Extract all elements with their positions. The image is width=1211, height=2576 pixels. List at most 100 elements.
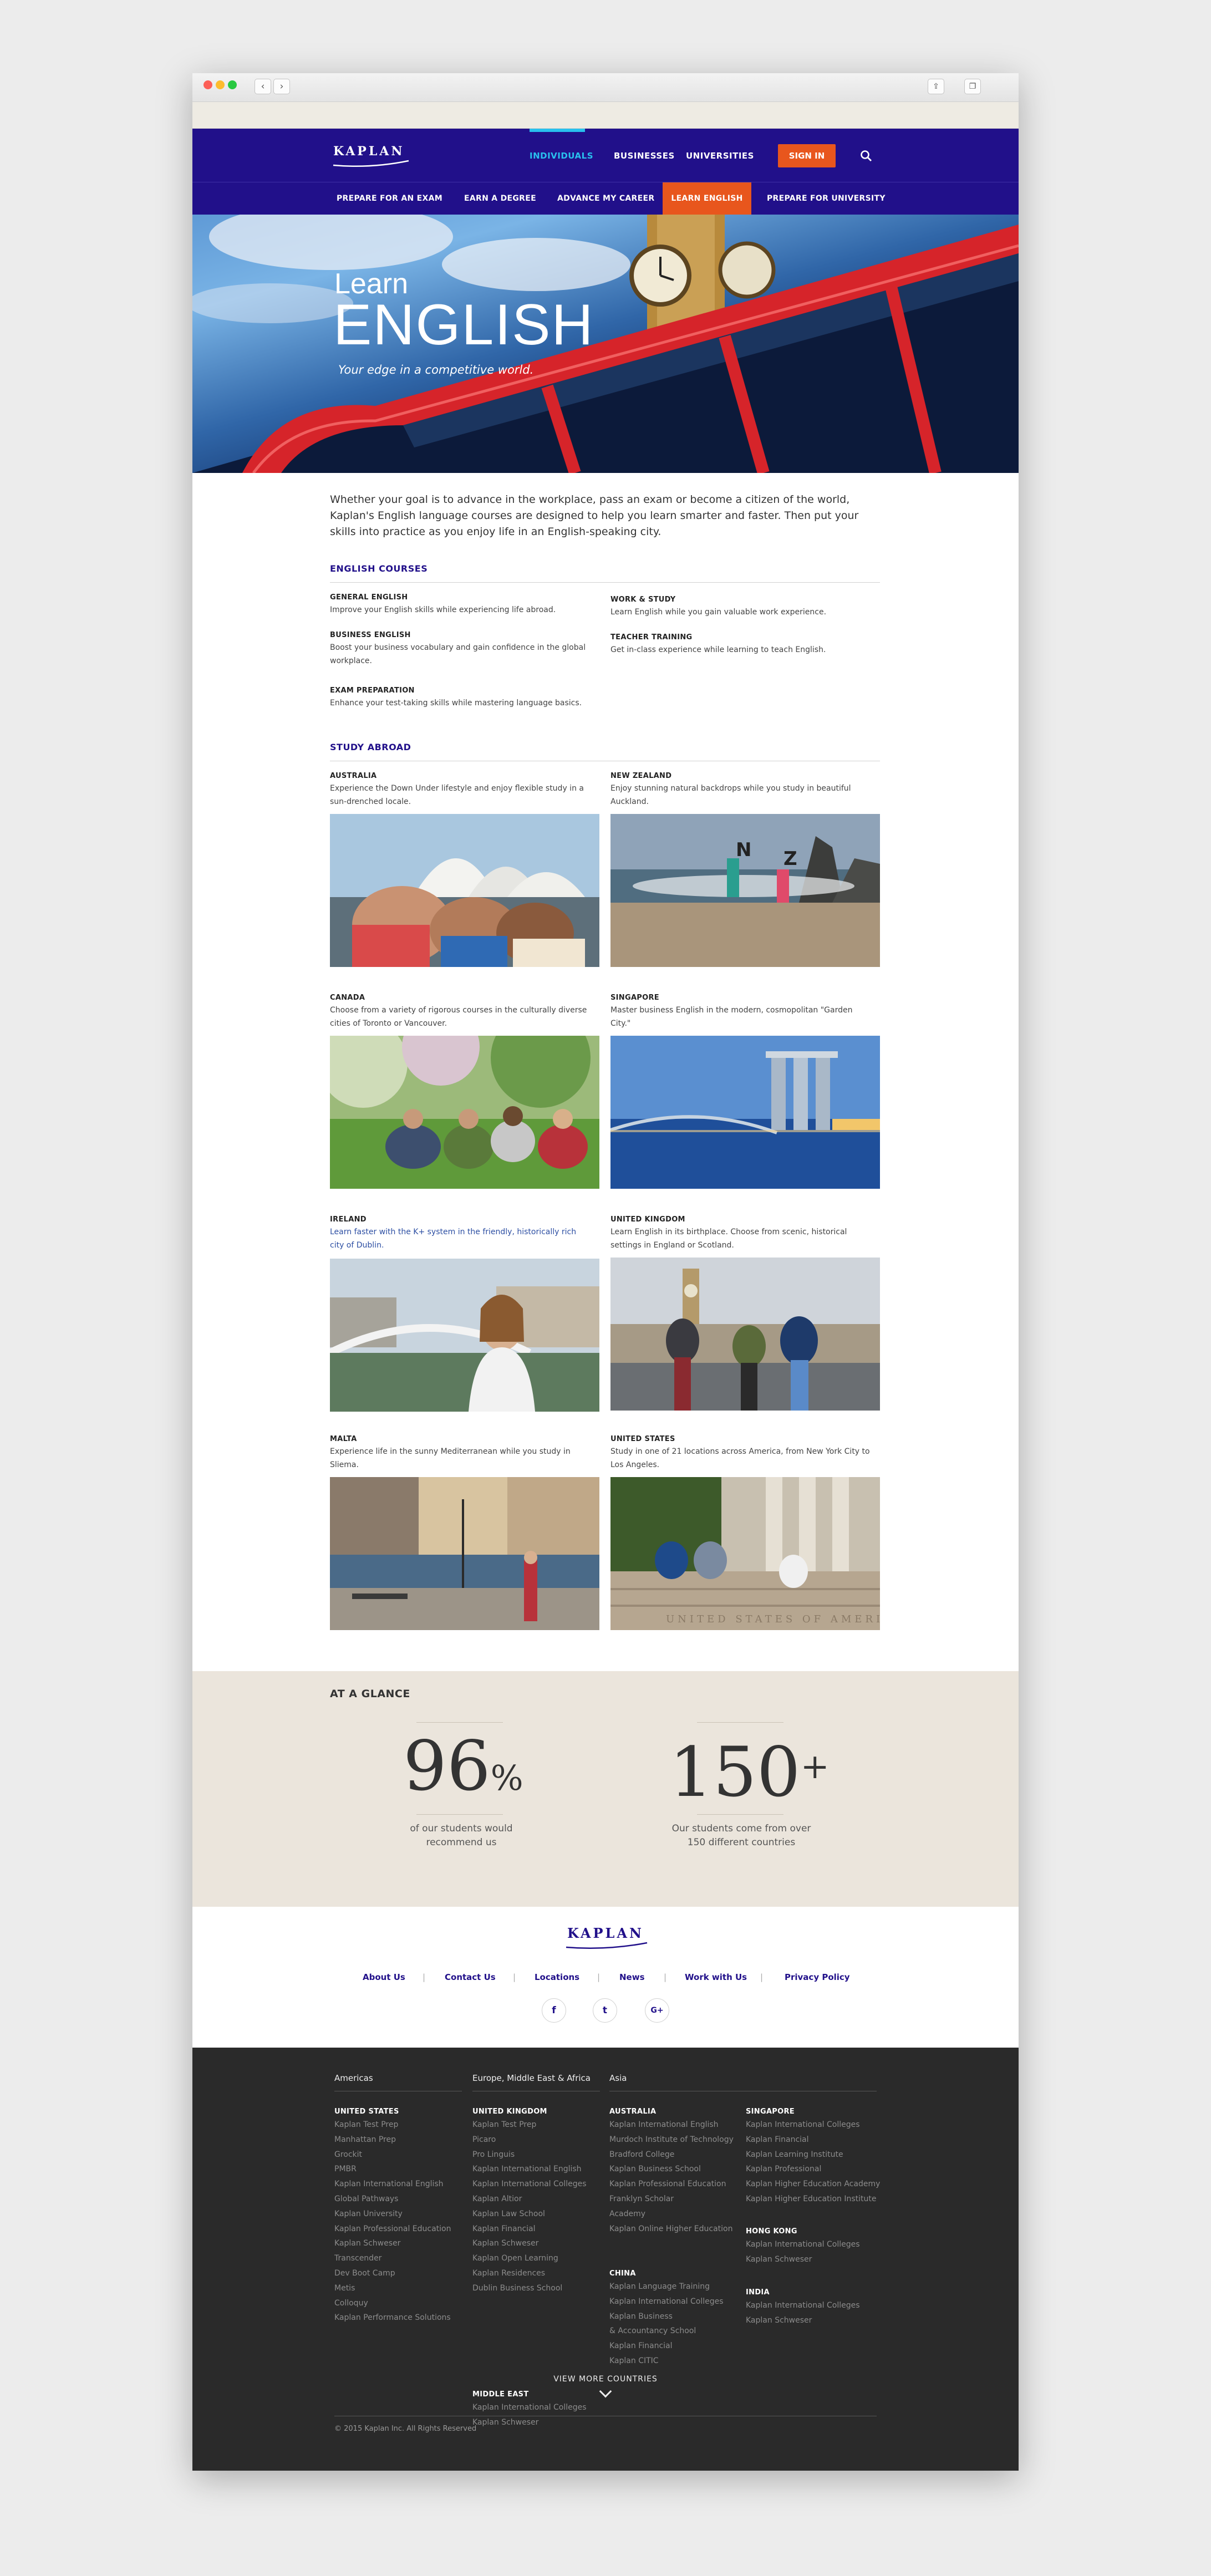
list-item[interactable]: Colloquy bbox=[334, 2296, 451, 2311]
list-item[interactable]: Manhattan Prep bbox=[334, 2132, 451, 2147]
kaplan-logo[interactable]: KAPLAN bbox=[333, 144, 405, 159]
ireland-photo[interactable] bbox=[330, 1259, 599, 1412]
list-item[interactable]: Academy bbox=[609, 2207, 734, 2222]
list-item[interactable]: Kaplan International Colleges bbox=[746, 2117, 880, 2132]
nav-universities[interactable]: UNIVERSITIES bbox=[686, 151, 754, 161]
list-item[interactable]: Kaplan International English bbox=[472, 2162, 587, 2177]
study-australia-title[interactable]: AUSTRALIA bbox=[330, 772, 376, 780]
list-item[interactable]: Dev Boot Camp bbox=[334, 2266, 451, 2281]
google-plus-icon[interactable]: G+ bbox=[645, 1998, 669, 2023]
course-general-english-title[interactable]: GENERAL ENGLISH bbox=[330, 593, 408, 602]
study-united-states-title[interactable]: UNITED STATES bbox=[610, 1435, 675, 1443]
list-item[interactable]: Kaplan International Colleges bbox=[609, 2294, 724, 2309]
list-item[interactable]: Kaplan Schweser bbox=[334, 2236, 451, 2251]
study-new-zealand-title[interactable]: NEW ZEALAND bbox=[610, 772, 671, 780]
zoom-window-icon[interactable] bbox=[228, 80, 237, 89]
subnav-prepare-university[interactable]: PREPARE FOR UNIVERSITY bbox=[767, 182, 886, 215]
list-item[interactable]: Kaplan International Colleges bbox=[746, 2237, 860, 2252]
singapore-photo[interactable] bbox=[610, 1036, 880, 1189]
united-states-photo[interactable]: UNITED STATES OF AMERICA bbox=[610, 1477, 880, 1630]
list-item[interactable]: Bradford College bbox=[609, 2147, 734, 2162]
list-item[interactable]: Kaplan Professional bbox=[746, 2162, 880, 2177]
nav-businesses[interactable]: BUSINESSES bbox=[614, 151, 675, 161]
nav-individuals[interactable]: INDIVIDUALS bbox=[530, 151, 593, 161]
course-business-english-title[interactable]: BUSINESS ENGLISH bbox=[330, 631, 411, 639]
list-item[interactable]: Kaplan Test Prep bbox=[334, 2117, 451, 2132]
list-item[interactable]: Grockit bbox=[334, 2147, 451, 2162]
share-icon[interactable]: ⇪ bbox=[928, 79, 944, 94]
tabs-icon[interactable]: ❐ bbox=[964, 79, 981, 94]
list-item[interactable]: Kaplan Financial bbox=[746, 2132, 880, 2147]
list-item[interactable]: Kaplan Schweser bbox=[472, 2415, 587, 2430]
list-item[interactable]: Kaplan Language Training bbox=[609, 2279, 724, 2294]
united-kingdom-photo[interactable] bbox=[610, 1258, 880, 1411]
study-ireland-title[interactable]: IRELAND bbox=[330, 1215, 367, 1224]
footer-link-privacy[interactable]: Privacy Policy bbox=[785, 1972, 850, 1982]
list-item[interactable]: Pro Linguis bbox=[472, 2147, 587, 2162]
subnav-learn-english[interactable]: LEARN ENGLISH bbox=[663, 182, 751, 215]
study-canada-title[interactable]: CANADA bbox=[330, 994, 365, 1002]
footer-link-about[interactable]: About Us bbox=[363, 1972, 405, 1982]
list-item[interactable]: Murdoch Institute of Technology bbox=[609, 2132, 734, 2147]
canada-photo[interactable] bbox=[330, 1036, 599, 1189]
list-item[interactable]: Franklyn Scholar bbox=[609, 2192, 734, 2207]
footer-link-work[interactable]: Work with Us bbox=[685, 1972, 747, 1982]
list-item[interactable]: Kaplan International Colleges bbox=[746, 2298, 860, 2313]
list-item[interactable]: Kaplan University bbox=[334, 2207, 451, 2222]
footer-kaplan-logo[interactable]: KAPLAN bbox=[567, 1925, 644, 1941]
list-item[interactable]: Kaplan International English bbox=[609, 2117, 734, 2132]
facebook-icon[interactable]: f bbox=[542, 1998, 566, 2023]
list-item[interactable]: Dublin Business School bbox=[472, 2281, 587, 2296]
list-item[interactable]: Metis bbox=[334, 2281, 451, 2296]
list-item[interactable]: PMBR bbox=[334, 2162, 451, 2177]
forward-arrow-icon[interactable]: › bbox=[273, 79, 290, 94]
list-item[interactable]: Kaplan Business bbox=[609, 2309, 724, 2324]
study-singapore-title[interactable]: SINGAPORE bbox=[610, 994, 659, 1002]
footer-link-news[interactable]: News bbox=[619, 1972, 645, 1982]
sign-in-button[interactable]: SIGN IN bbox=[778, 144, 836, 167]
footer-link-locations[interactable]: Locations bbox=[535, 1972, 579, 1982]
list-item[interactable]: Global Pathways bbox=[334, 2192, 451, 2207]
list-item[interactable]: Kaplan Professional Education bbox=[334, 2222, 451, 2237]
chevron-down-icon[interactable] bbox=[599, 2385, 612, 2398]
twitter-icon[interactable]: t bbox=[593, 1998, 617, 2023]
list-item[interactable]: Kaplan Schweser bbox=[746, 2313, 860, 2328]
list-item[interactable]: Kaplan Financial bbox=[472, 2222, 587, 2237]
course-exam-preparation-title[interactable]: EXAM PREPARATION bbox=[330, 686, 415, 695]
list-item[interactable]: Kaplan Online Higher Education bbox=[609, 2222, 734, 2237]
list-item[interactable]: Kaplan CITIC bbox=[609, 2354, 724, 2369]
list-item[interactable]: Picaro bbox=[472, 2132, 587, 2147]
list-item[interactable]: Kaplan Residences bbox=[472, 2266, 587, 2281]
list-item[interactable]: Kaplan Law School bbox=[472, 2207, 587, 2222]
list-item[interactable]: Kaplan Financial bbox=[609, 2339, 724, 2354]
malta-photo[interactable] bbox=[330, 1477, 599, 1630]
list-item[interactable]: Kaplan Open Learning bbox=[472, 2251, 587, 2266]
list-item[interactable]: Transcender bbox=[334, 2251, 451, 2266]
list-item[interactable]: Kaplan Professional Education bbox=[609, 2177, 734, 2192]
course-work-study-title[interactable]: WORK & STUDY bbox=[610, 595, 676, 604]
study-malta-title[interactable]: MALTA bbox=[330, 1435, 357, 1443]
list-item[interactable]: & Accountancy School bbox=[609, 2324, 724, 2339]
list-item[interactable]: Kaplan Schweser bbox=[746, 2252, 860, 2267]
close-window-icon[interactable] bbox=[203, 80, 212, 89]
minimize-window-icon[interactable] bbox=[216, 80, 225, 89]
list-item[interactable]: Kaplan Test Prep bbox=[472, 2117, 587, 2132]
footer-link-contact[interactable]: Contact Us bbox=[445, 1972, 496, 1982]
subnav-advance-career[interactable]: ADVANCE MY CAREER bbox=[557, 182, 654, 215]
list-item[interactable]: Kaplan International English bbox=[334, 2177, 451, 2192]
new-zealand-photo[interactable]: NZ bbox=[610, 814, 880, 967]
list-item[interactable]: Kaplan Higher Education Institute bbox=[746, 2192, 880, 2207]
list-item[interactable]: Kaplan International Colleges bbox=[472, 2400, 587, 2415]
subnav-earn-degree[interactable]: EARN A DEGREE bbox=[464, 182, 536, 215]
list-item[interactable]: Kaplan Learning Institute bbox=[746, 2147, 880, 2162]
study-ireland-desc[interactable]: Learn faster with the K+ system in the f… bbox=[330, 1225, 591, 1252]
list-item[interactable]: Kaplan Performance Solutions bbox=[334, 2310, 451, 2325]
australia-photo[interactable] bbox=[330, 814, 599, 967]
list-item[interactable]: Kaplan Higher Education Academy bbox=[746, 2177, 880, 2192]
study-united-kingdom-title[interactable]: UNITED KINGDOM bbox=[610, 1215, 685, 1224]
view-more-countries-button[interactable]: VIEW MORE COUNTRIES bbox=[192, 2375, 1019, 2384]
subnav-prepare-exam[interactable]: PREPARE FOR AN EXAM bbox=[337, 182, 442, 215]
back-arrow-icon[interactable]: ‹ bbox=[255, 79, 271, 94]
course-teacher-training-title[interactable]: TEACHER TRAINING bbox=[610, 633, 693, 642]
list-item[interactable]: Kaplan Schweser bbox=[472, 2236, 587, 2251]
